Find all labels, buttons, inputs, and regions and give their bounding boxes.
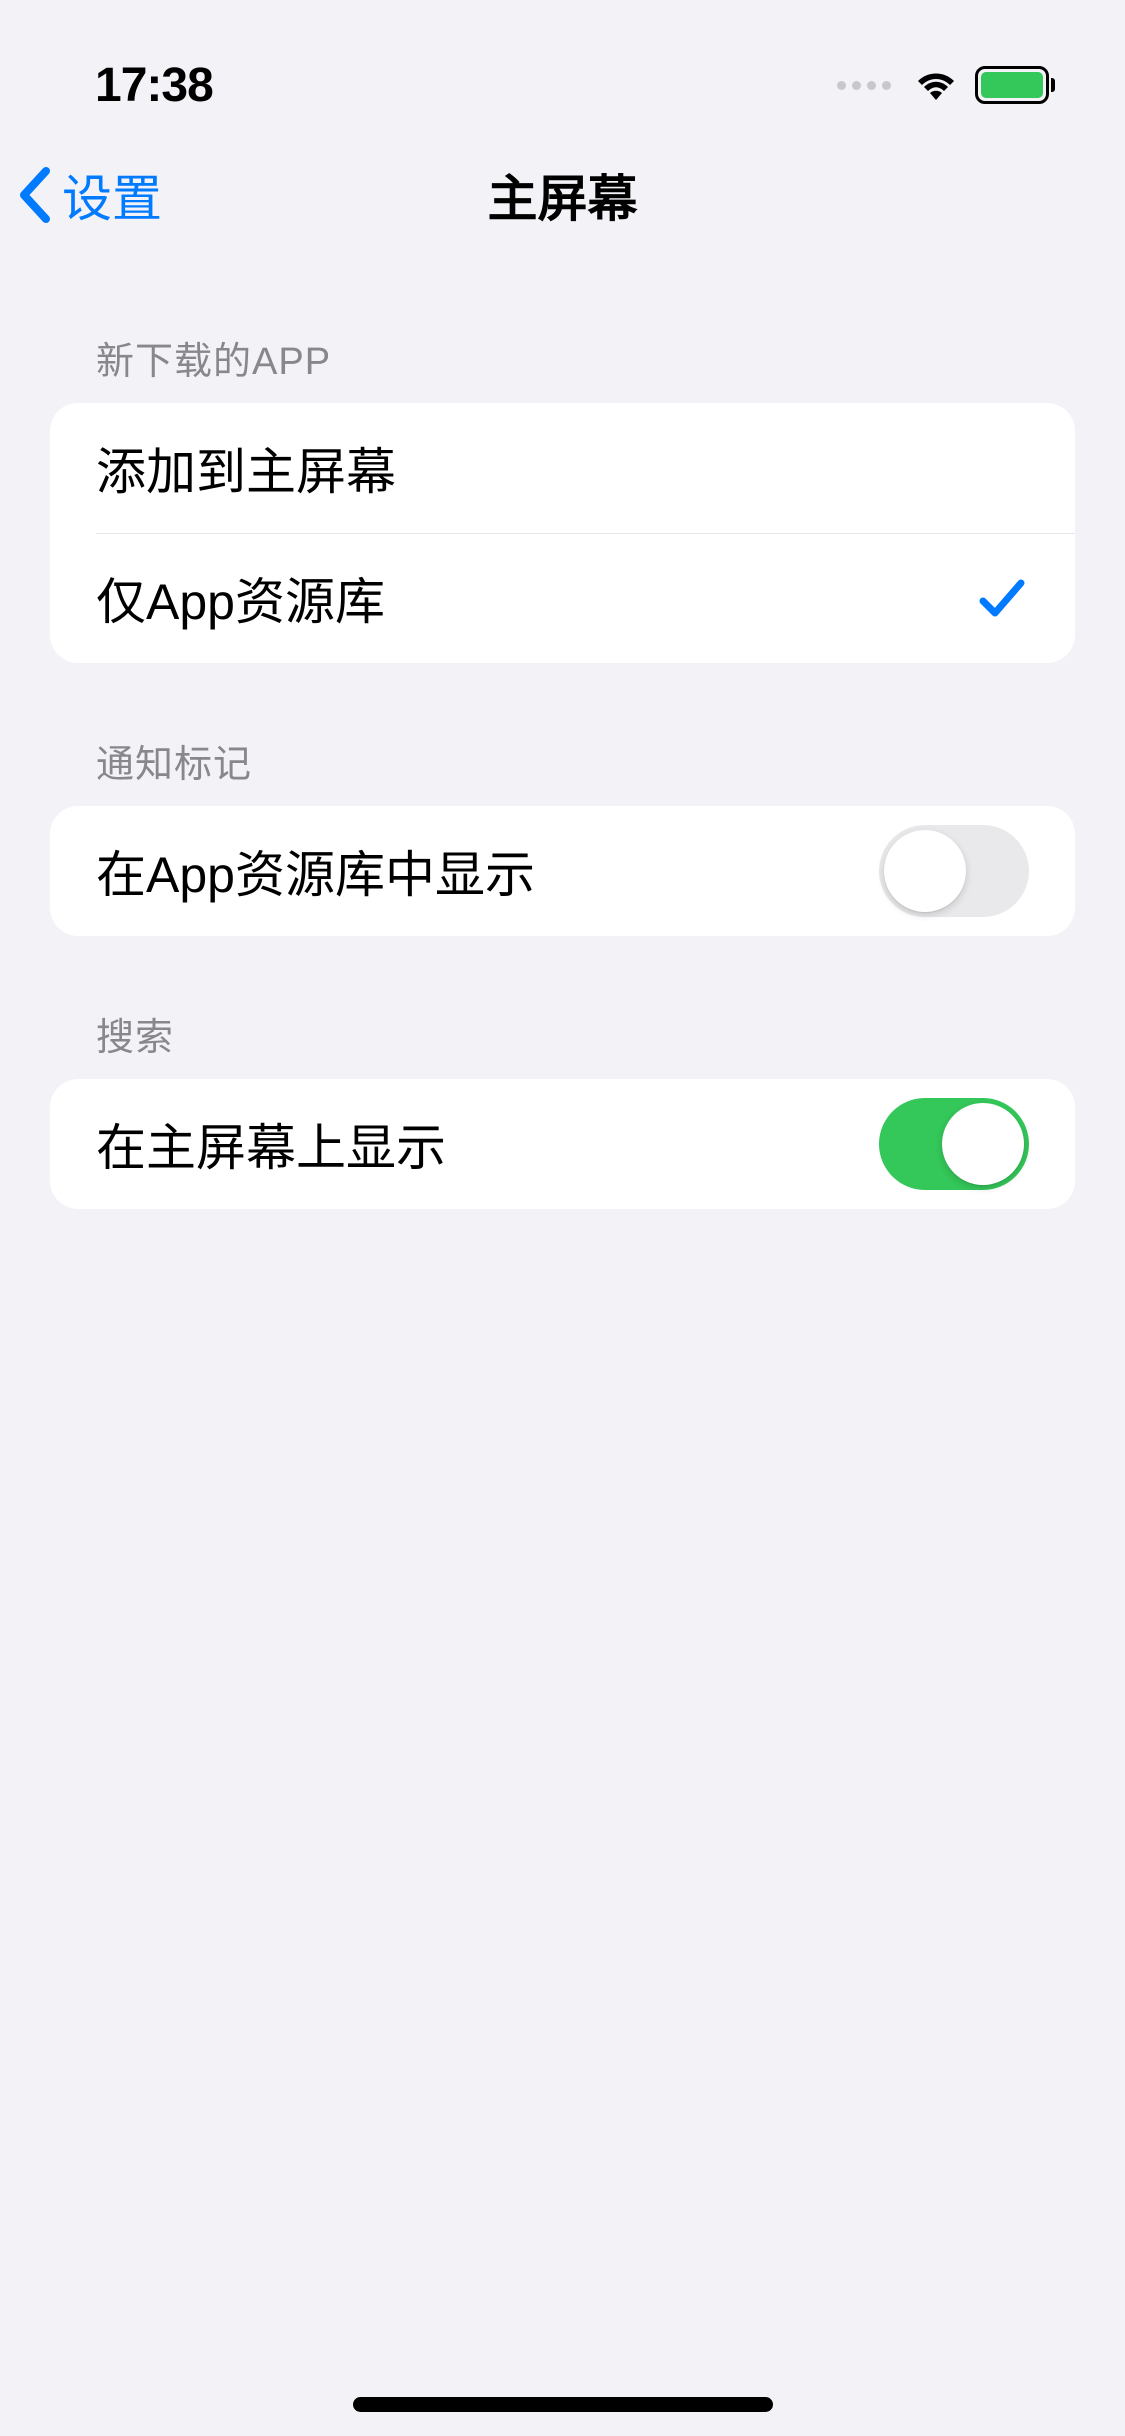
wifi-icon (911, 67, 961, 103)
status-bar: 17:38 (0, 0, 1125, 130)
option-add-to-home[interactable]: 添加到主屏幕 (50, 403, 1075, 533)
section-header-search: 搜索 (50, 1006, 1075, 1079)
row-show-on-home: 在主屏幕上显示 (50, 1079, 1075, 1209)
option-label: 添加到主屏幕 (96, 432, 396, 504)
toggle-show-in-app-library[interactable] (879, 825, 1029, 917)
option-label: 仅App资源库 (96, 562, 385, 634)
status-indicators (837, 66, 1055, 104)
group-search: 在主屏幕上显示 (50, 1079, 1075, 1209)
section-new-apps: 新下载的APP 添加到主屏幕 仅App资源库 (0, 330, 1125, 663)
checkmark-icon (975, 571, 1029, 625)
back-button[interactable]: 设置 (16, 159, 162, 231)
row-label: 在主屏幕上显示 (96, 1108, 446, 1180)
option-app-library-only[interactable]: 仅App资源库 (50, 533, 1075, 663)
section-header-badges: 通知标记 (50, 733, 1075, 806)
section-header-new-apps: 新下载的APP (50, 330, 1075, 403)
row-label: 在App资源库中显示 (96, 835, 535, 907)
group-badges: 在App资源库中显示 (50, 806, 1075, 936)
cellular-signal-icon (837, 81, 891, 90)
battery-icon (975, 66, 1055, 104)
row-show-in-app-library: 在App资源库中显示 (50, 806, 1075, 936)
status-time: 17:38 (95, 58, 213, 113)
toggle-show-on-home[interactable] (879, 1098, 1029, 1190)
back-label: 设置 (62, 159, 162, 231)
home-indicator[interactable] (353, 2397, 773, 2412)
page-title: 主屏幕 (488, 159, 638, 231)
group-new-apps: 添加到主屏幕 仅App资源库 (50, 403, 1075, 663)
section-badges: 通知标记 在App资源库中显示 (0, 733, 1125, 936)
section-search: 搜索 在主屏幕上显示 (0, 1006, 1125, 1209)
chevron-left-icon (16, 165, 54, 225)
navigation-bar: 设置 主屏幕 (0, 130, 1125, 260)
